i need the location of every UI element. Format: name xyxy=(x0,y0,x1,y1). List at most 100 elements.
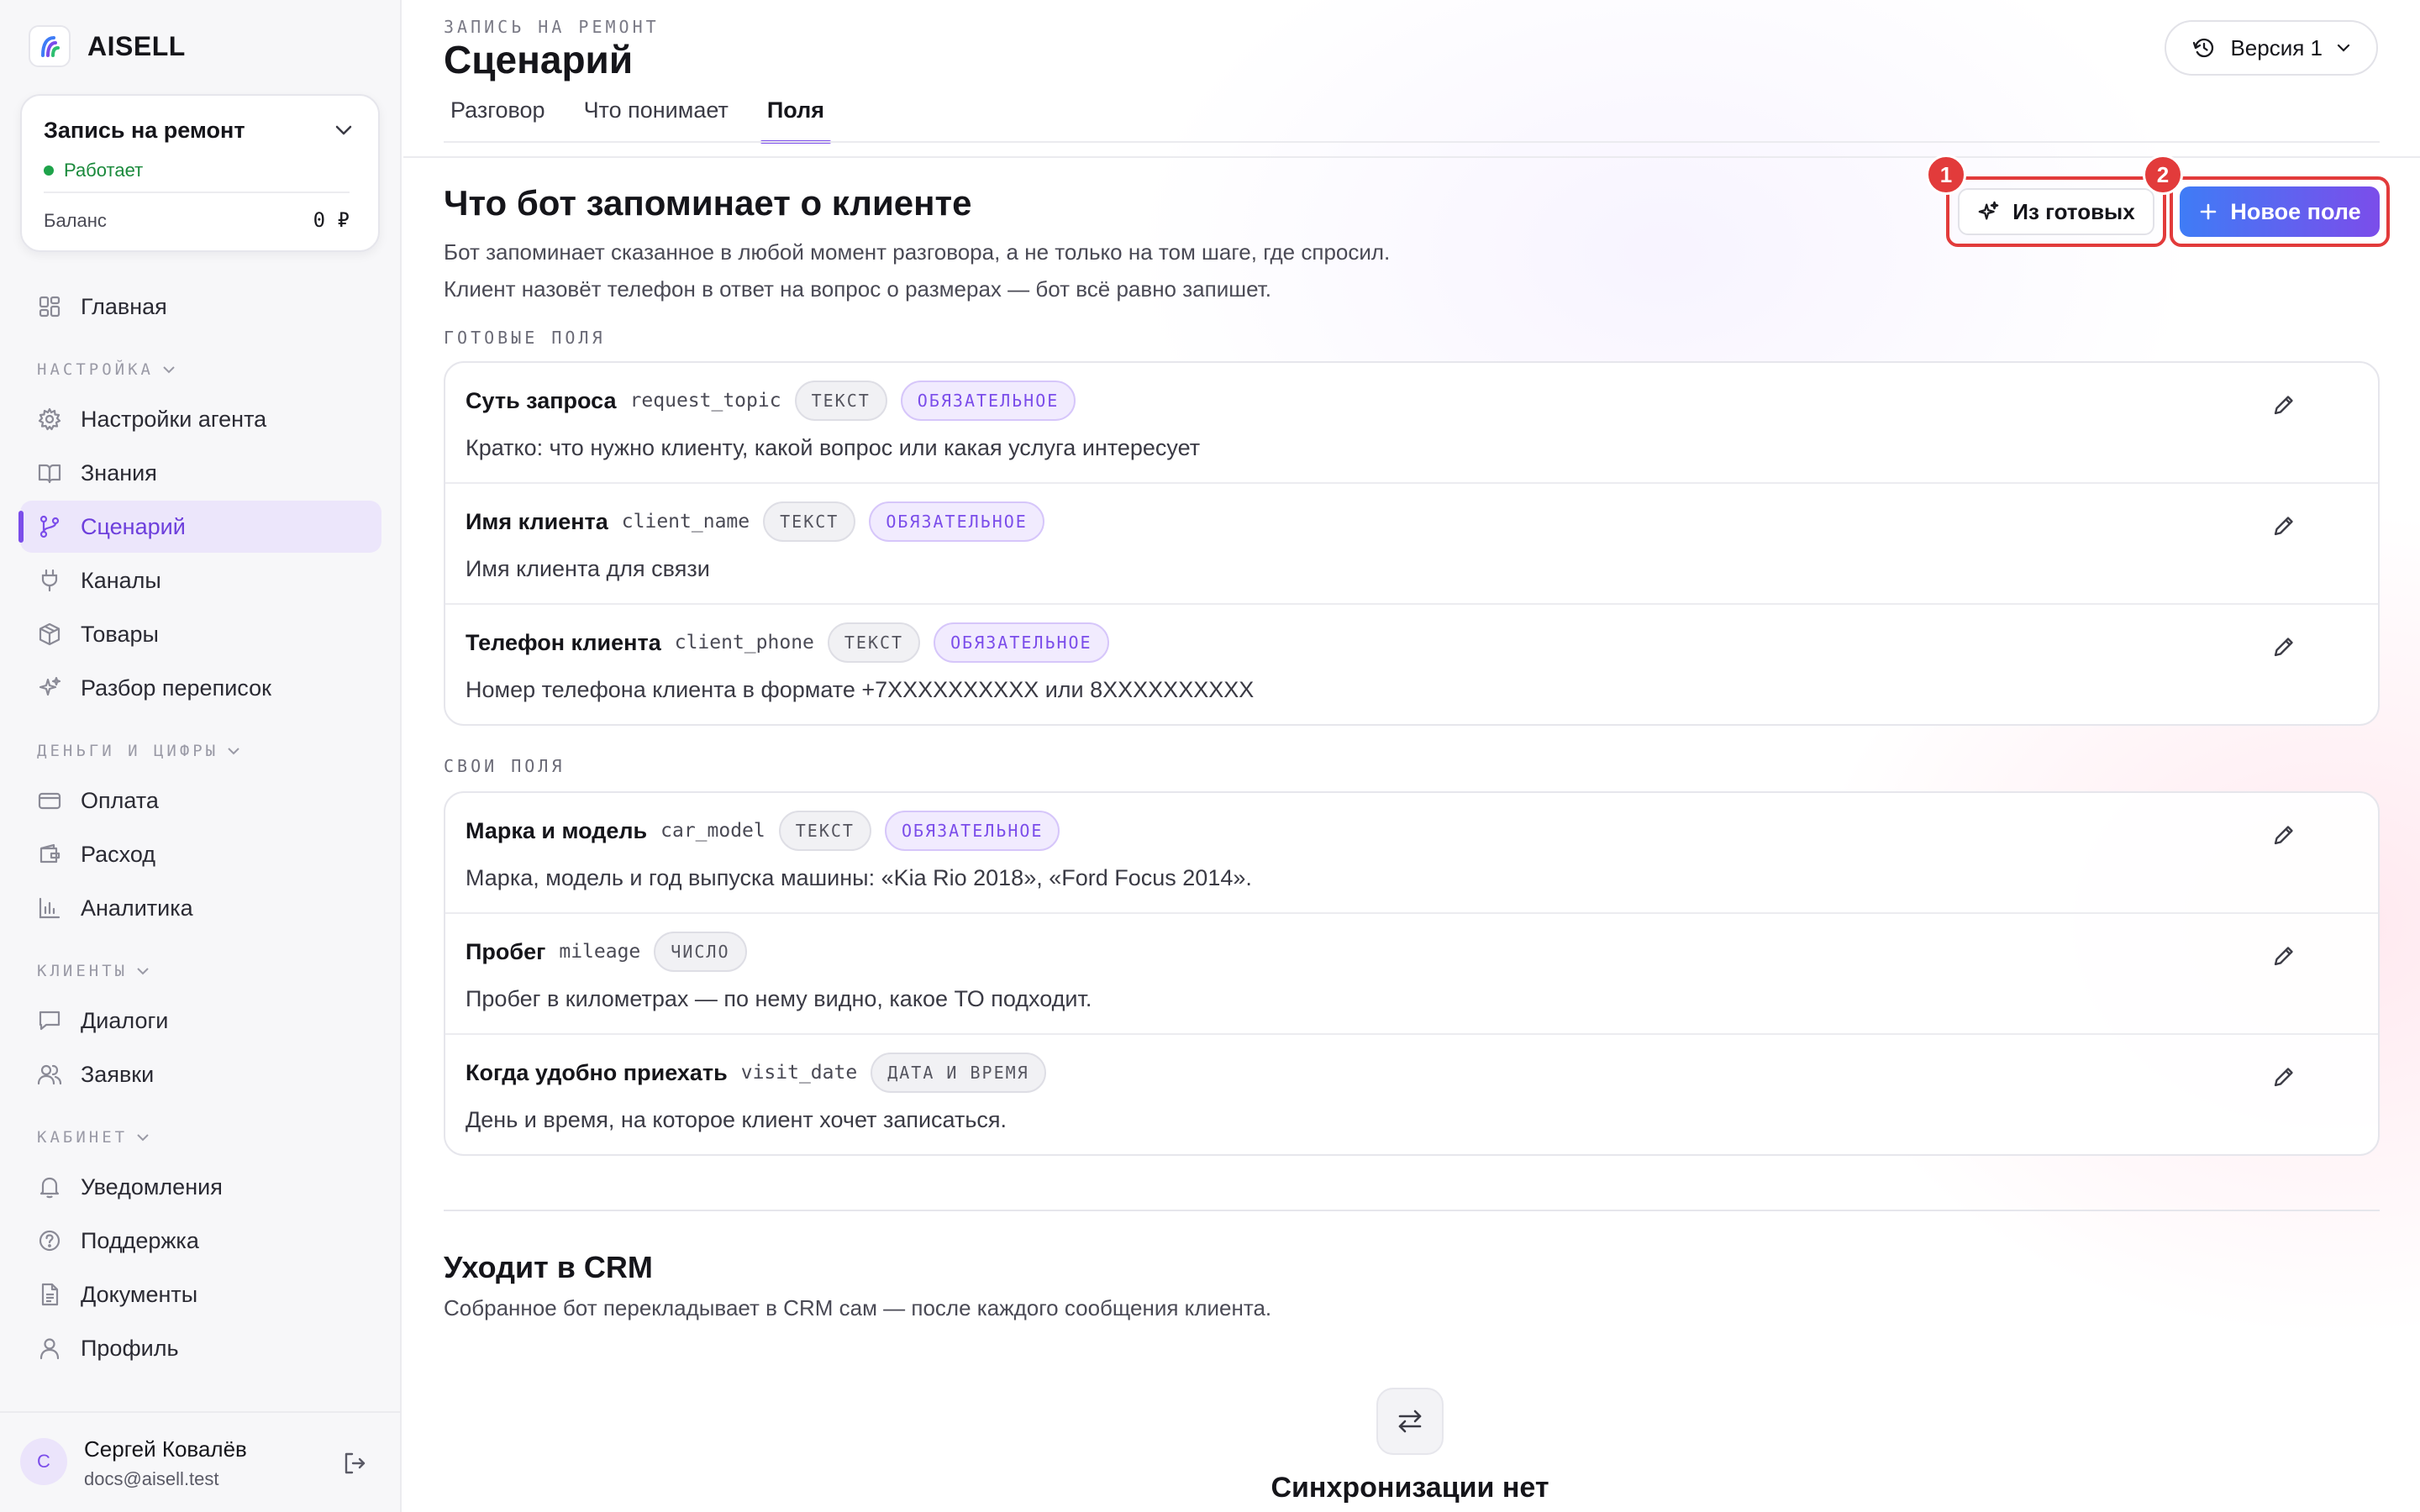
sidebar-item-requests[interactable]: Заявки xyxy=(20,1048,381,1100)
balance-label: Баланс xyxy=(44,210,107,231)
table-row[interactable]: Имя клиента client_name ТЕКСТ ОБЯЗАТЕЛЬН… xyxy=(445,484,2378,605)
file-text-icon xyxy=(41,1283,59,1306)
chevron-down-icon[interactable] xyxy=(334,124,353,140)
from-ready-label: Из готовых xyxy=(2012,198,2135,224)
required-badge: ОБЯЗАТЕЛЬНОЕ xyxy=(884,811,1060,851)
sidebar-item-label: Диалоги xyxy=(81,1007,169,1033)
sidebar-item-analytics[interactable]: Аналитика xyxy=(20,882,381,934)
table-row[interactable]: Пробег mileage ЧИСЛО Пробег в километрах… xyxy=(445,914,2378,1035)
nav-section-label: ДЕНЬГИ И ЦИФРЫ xyxy=(37,742,219,760)
nav-section-setup[interactable]: НАСТРОЙКА xyxy=(20,353,381,386)
field-key: request_topic xyxy=(629,390,781,412)
tab-fields[interactable]: Поля xyxy=(760,94,832,144)
version-selector[interactable]: Версия 1 xyxy=(2165,20,2378,76)
sidebar-item-label: Оплата xyxy=(81,787,159,813)
user-block: С Сергей Ковалёв docs@aisell.test xyxy=(0,1411,402,1512)
highlight-box-2: Новое поле xyxy=(2170,176,2390,247)
marker-badge: 1 xyxy=(1926,155,1966,195)
nav-section-cabinet[interactable]: КАБИНЕТ xyxy=(20,1121,381,1154)
tab-conversation[interactable]: Разговор xyxy=(444,94,552,142)
pencil-icon[interactable] xyxy=(2267,1060,2301,1094)
sidebar-item-knowledge[interactable]: Знания xyxy=(20,447,381,499)
help-circle-icon xyxy=(39,1230,60,1252)
ready-fields-card: Суть запроса request_topic ТЕКСТ ОБЯЗАТЕ… xyxy=(444,361,2380,726)
field-name: Марка и модель xyxy=(466,817,648,843)
sidebar-item-label: Каналы xyxy=(81,567,161,593)
required-badge: ОБЯЗАТЕЛЬНОЕ xyxy=(900,381,1076,421)
user-icon xyxy=(39,1338,60,1360)
wallet-icon xyxy=(39,843,60,864)
field-key: car_model xyxy=(660,820,765,842)
pencil-icon[interactable] xyxy=(2267,509,2301,543)
type-badge: ТЕКСТ xyxy=(763,501,856,542)
nav-section-clients[interactable]: КЛИЕНТЫ xyxy=(20,954,381,988)
tab-understands[interactable]: Что понимает xyxy=(577,94,735,142)
sidebar-item-documents[interactable]: Документы xyxy=(20,1268,381,1320)
message-square-icon xyxy=(39,1011,60,1031)
avatar[interactable]: С xyxy=(20,1438,67,1485)
plus-icon xyxy=(2201,203,2217,220)
type-badge: ТЕКСТ xyxy=(794,381,887,421)
divider xyxy=(403,156,2420,158)
logout-icon[interactable] xyxy=(341,1450,368,1481)
pencil-icon[interactable] xyxy=(2267,818,2301,852)
grid-icon xyxy=(39,296,60,318)
pencil-icon[interactable] xyxy=(2267,630,2301,664)
new-field-label: Новое поле xyxy=(2230,198,2361,224)
type-badge: ТЕКСТ xyxy=(827,622,921,663)
field-name: Пробег xyxy=(466,938,546,964)
table-row[interactable]: Телефон клиента client_phone ТЕКСТ ОБЯЗА… xyxy=(445,605,2378,724)
brand[interactable]: AISELL xyxy=(29,25,186,67)
required-badge: ОБЯЗАТЕЛЬНОЕ xyxy=(934,622,1109,663)
status-dot-icon xyxy=(44,165,54,176)
nav-section-money[interactable]: ДЕНЬГИ И ЦИФРЫ xyxy=(20,734,381,768)
field-description: Имя клиента для связи xyxy=(466,556,710,581)
gear-icon xyxy=(38,407,61,431)
desc-line: Бот запоминает сказанное в любой момент … xyxy=(444,239,1391,265)
sidebar-item-label: Поддержка xyxy=(81,1227,199,1253)
nav-section-label: КЛИЕНТЫ xyxy=(37,962,129,980)
custom-fields-label: СВОИ ПОЛЯ xyxy=(444,756,566,776)
field-key: visit_date xyxy=(740,1062,858,1084)
sidebar-item-expense[interactable]: Расход xyxy=(20,828,381,880)
sidebar-item-dialogs[interactable]: Диалоги xyxy=(20,995,381,1047)
box-icon xyxy=(39,622,60,646)
plug-icon xyxy=(41,569,58,592)
sidebar-item-review[interactable]: Разбор переписок xyxy=(20,662,381,714)
pencil-icon[interactable] xyxy=(2267,388,2301,422)
new-field-button[interactable]: Новое поле xyxy=(2180,186,2380,237)
sidebar-item-home[interactable]: Главная xyxy=(20,281,381,333)
table-row[interactable]: Марка и модель car_model ТЕКСТ ОБЯЗАТЕЛЬ… xyxy=(445,793,2378,914)
project-selector[interactable]: Запись на ремонт Работает Баланс 0 ₽ xyxy=(20,94,380,252)
sidebar-item-label: Настройки агента xyxy=(81,406,267,432)
ready-fields-label: ГОТОВЫЕ ПОЛЯ xyxy=(444,328,606,348)
sidebar-item-channels[interactable]: Каналы xyxy=(20,554,381,606)
users-icon xyxy=(37,1064,62,1085)
field-name: Имя клиента xyxy=(466,508,608,534)
sidebar-item-notifications[interactable]: Уведомления xyxy=(20,1161,381,1213)
sidebar-nav: Главная НАСТРОЙКА Настройки агента Знани… xyxy=(18,281,381,1376)
sidebar-item-scenario[interactable]: Сценарий xyxy=(18,501,381,553)
balance-value: 0 ₽ xyxy=(313,208,350,232)
required-badge: ОБЯЗАТЕЛЬНОЕ xyxy=(869,501,1044,542)
sidebar-item-agent-settings[interactable]: Настройки агента xyxy=(20,393,381,445)
sidebar-item-profile[interactable]: Профиль xyxy=(20,1322,381,1374)
table-row[interactable]: Когда удобно приехать visit_date ДАТА И … xyxy=(445,1035,2378,1154)
sidebar-item-payment[interactable]: Оплата xyxy=(20,774,381,827)
sidebar-item-support[interactable]: Поддержка xyxy=(20,1215,381,1267)
chevron-down-icon xyxy=(137,968,149,975)
from-ready-button[interactable]: Из готовых xyxy=(1958,188,2154,235)
field-description: Кратко: что нужно клиенту, какой вопрос … xyxy=(466,435,1201,460)
pencil-icon[interactable] xyxy=(2267,939,2301,973)
sidebar-item-products[interactable]: Товары xyxy=(20,608,381,660)
sidebar-item-label: Профиль xyxy=(81,1335,179,1361)
custom-fields-card: Марка и модель car_model ТЕКСТ ОБЯЗАТЕЛЬ… xyxy=(444,791,2380,1156)
sidebar-item-label: Знания xyxy=(81,459,157,486)
breadcrumb: ЗАПИСЬ НА РЕМОНТ xyxy=(444,17,660,37)
table-row[interactable]: Суть запроса request_topic ТЕКСТ ОБЯЗАТЕ… xyxy=(445,363,2378,484)
field-name: Когда удобно приехать xyxy=(466,1059,728,1085)
type-badge: ТЕКСТ xyxy=(778,811,871,851)
field-description: Пробег в километрах — по нему видно, как… xyxy=(466,986,1092,1011)
crm-section-desc: Собранное бот перекладывает в CRM сам — … xyxy=(444,1295,1272,1320)
page-title: Сценарий xyxy=(444,38,634,81)
